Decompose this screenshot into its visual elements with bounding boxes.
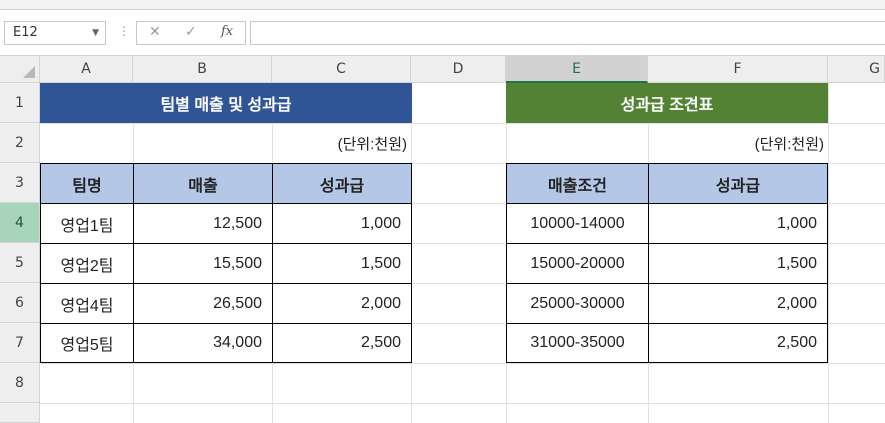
cancel-icon[interactable]: ✕ xyxy=(149,24,161,40)
row-header-5[interactable]: 5 xyxy=(0,243,40,283)
sales-cell[interactable]: 15,500 xyxy=(133,243,273,284)
bonus-cell[interactable]: 2,500 xyxy=(272,323,412,363)
column-header-b[interactable]: B xyxy=(133,56,272,83)
header-team[interactable]: 팀명 xyxy=(40,163,134,204)
row-header-3[interactable]: 3 xyxy=(0,163,40,203)
team-cell[interactable]: 영업5팀 xyxy=(40,323,134,363)
chevron-down-icon[interactable]: ▼ xyxy=(92,22,99,44)
sales-cell[interactable]: 26,500 xyxy=(133,283,273,324)
header-sales[interactable]: 매출 xyxy=(133,163,273,204)
row-header-4[interactable]: 4 xyxy=(0,203,40,243)
lookup-bonus-cell[interactable]: 2,500 xyxy=(648,323,828,363)
gridline xyxy=(828,83,829,423)
header-bonus[interactable]: 성과급 xyxy=(272,163,412,204)
column-header-g[interactable]: G xyxy=(828,56,885,83)
lookup-bonus-cell[interactable]: 1,500 xyxy=(648,243,828,284)
formula-bar: E12 ▼ ⋮ ✕ ✓ fx xyxy=(0,10,885,56)
left-table-title[interactable]: 팀별 매출 및 성과급 xyxy=(40,83,412,123)
column-header-c[interactable]: C xyxy=(272,56,411,83)
condition-cell[interactable]: 31000-35000 xyxy=(506,323,649,363)
row-header-7[interactable]: 7 xyxy=(0,323,40,363)
right-table-title[interactable]: 성과급 조견표 xyxy=(506,83,828,123)
name-box[interactable]: E12 ▼ xyxy=(4,21,106,45)
sales-cell[interactable]: 12,500 xyxy=(133,203,273,244)
column-header-d[interactable]: D xyxy=(411,56,506,83)
team-cell[interactable]: 영업4팀 xyxy=(40,283,134,324)
lookup-bonus-cell[interactable]: 1,000 xyxy=(648,203,828,244)
team-cell[interactable]: 영업2팀 xyxy=(40,243,134,284)
gridline xyxy=(40,363,885,364)
header-sales-condition[interactable]: 매출조건 xyxy=(506,163,649,204)
row-header-9[interactable] xyxy=(0,403,40,423)
header-bonus-lookup[interactable]: 성과급 xyxy=(648,163,828,204)
insert-function-icon[interactable]: fx xyxy=(221,24,233,39)
bonus-cell[interactable]: 1,500 xyxy=(272,243,412,284)
column-header-e[interactable]: E xyxy=(506,56,648,83)
check-icon[interactable]: ✓ xyxy=(185,24,197,40)
lookup-bonus-cell[interactable]: 2,000 xyxy=(648,283,828,324)
left-table-unit[interactable]: (단위:천원) xyxy=(272,123,411,163)
row-header-2[interactable]: 2 xyxy=(0,123,40,163)
select-all-corner[interactable] xyxy=(0,56,40,83)
gridline xyxy=(40,403,885,404)
team-cell[interactable]: 영업1팀 xyxy=(40,203,134,244)
more-options-icon: ⋮ xyxy=(118,24,130,38)
row-header-6[interactable]: 6 xyxy=(0,283,40,323)
bonus-cell[interactable]: 2,000 xyxy=(272,283,412,324)
row-header-1[interactable]: 1 xyxy=(0,83,40,123)
bonus-cell[interactable]: 1,000 xyxy=(272,203,412,244)
condition-cell[interactable]: 15000-20000 xyxy=(506,243,649,284)
column-header-a[interactable]: A xyxy=(40,56,133,83)
name-box-value: E12 xyxy=(13,25,38,40)
row-header-8[interactable]: 8 xyxy=(0,363,40,403)
ribbon-strip xyxy=(0,0,885,10)
formula-input[interactable] xyxy=(250,21,885,45)
sales-cell[interactable]: 34,000 xyxy=(133,323,273,363)
condition-cell[interactable]: 25000-30000 xyxy=(506,283,649,324)
column-header-f[interactable]: F xyxy=(648,56,828,83)
formula-buttons: ✕ ✓ fx xyxy=(136,21,246,45)
right-table-unit[interactable]: (단위:천원) xyxy=(648,123,828,163)
condition-cell[interactable]: 10000-14000 xyxy=(506,203,649,244)
